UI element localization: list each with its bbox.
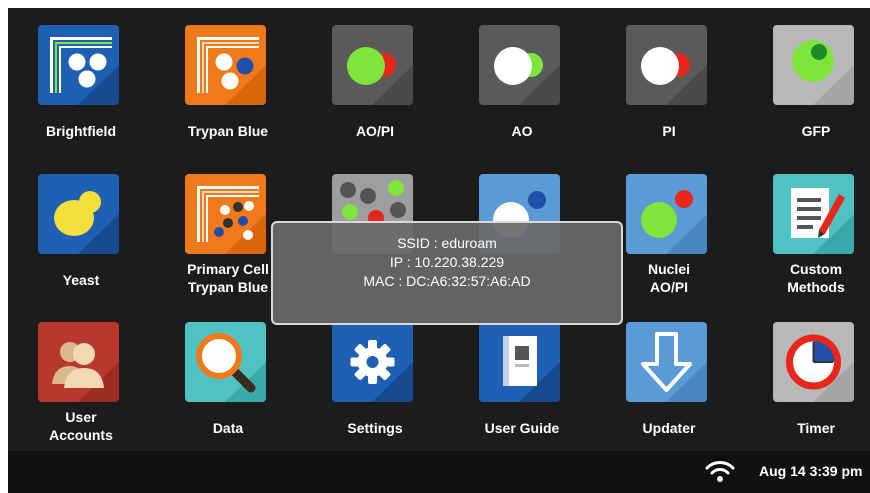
ao-pi-icon (332, 25, 413, 105)
yeast-icon (38, 174, 119, 254)
nuclei-icon (626, 174, 707, 254)
gfp-icon (773, 25, 854, 105)
timer-icon (773, 322, 854, 402)
app-label: Trypan Blue (187, 123, 269, 139)
ip-text: IP : 10.220.38.229 (389, 254, 505, 270)
app-custom-methods[interactable]: Custom Methods (751, 165, 870, 301)
home-screen: Brightfield Trypan Blue AO/PI AO PI GFP … (8, 8, 870, 493)
app-gfp[interactable]: GFP (751, 16, 870, 152)
app-label: AO (511, 123, 533, 139)
brightfield-icon (38, 25, 119, 105)
app-label-line2: AO/PI (649, 279, 689, 295)
app-ao[interactable]: AO (457, 16, 587, 152)
mac-text: MAC : DC:A6:32:57:A6:AD (363, 273, 531, 289)
app-settings[interactable]: Settings (310, 313, 440, 449)
ssid-text: SSID : eduroam (397, 235, 497, 251)
app-label-line2: Methods (787, 279, 845, 295)
magnifier-icon (185, 322, 266, 402)
download-arrow-icon (626, 322, 707, 402)
app-ao-pi[interactable]: AO/PI (310, 16, 440, 152)
app-label-line2: Accounts (49, 427, 113, 443)
app-user-accounts[interactable]: User Accounts (16, 313, 146, 449)
pi-icon (626, 25, 707, 105)
app-timer[interactable]: Timer (751, 313, 870, 449)
user-accounts-icon (38, 322, 119, 402)
app-label: PI (662, 123, 676, 139)
app-data[interactable]: Data (163, 313, 293, 449)
app-nuclei-ao-pi[interactable]: Nuclei AO/PI (604, 165, 734, 301)
status-bar: Aug 14 3:39 pm (8, 451, 870, 493)
app-label: Data (212, 420, 244, 436)
app-label-line1: Nuclei (647, 261, 690, 277)
primary-cell-icon (185, 174, 266, 254)
app-yeast[interactable]: Yeast (16, 165, 146, 301)
app-label: Settings (347, 420, 403, 436)
custom-methods-icon (773, 174, 854, 254)
app-label: Nuclei AO/PI (604, 260, 734, 296)
app-brightfield[interactable]: Brightfield (16, 16, 146, 152)
app-label: User Accounts (16, 408, 146, 444)
ao-icon (479, 25, 560, 105)
app-label: AO/PI (355, 123, 395, 139)
app-label: Yeast (62, 272, 100, 288)
book-icon (479, 322, 560, 402)
app-trypan-blue[interactable]: Trypan Blue (163, 16, 293, 152)
app-label: Timer (797, 420, 835, 436)
gear-icon (332, 322, 413, 402)
app-label: Custom Methods (751, 260, 870, 296)
app-label-line1: User (65, 409, 97, 425)
clock-text: Aug 14 3:39 pm (759, 463, 863, 479)
wifi-icon[interactable] (705, 459, 735, 488)
app-label: Brightfield (46, 123, 116, 139)
app-label: GFP (801, 123, 831, 139)
app-updater[interactable]: Updater (604, 313, 734, 449)
app-user-guide[interactable]: User Guide (457, 313, 587, 449)
network-info-popup: SSID : eduroam IP : 10.220.38.229 MAC : … (271, 221, 623, 325)
app-label-line1: Custom (789, 261, 843, 277)
app-pi[interactable]: PI (604, 16, 734, 152)
trypan-blue-icon (185, 25, 266, 105)
app-label: Updater (642, 420, 696, 436)
app-label: User Guide (484, 420, 560, 436)
